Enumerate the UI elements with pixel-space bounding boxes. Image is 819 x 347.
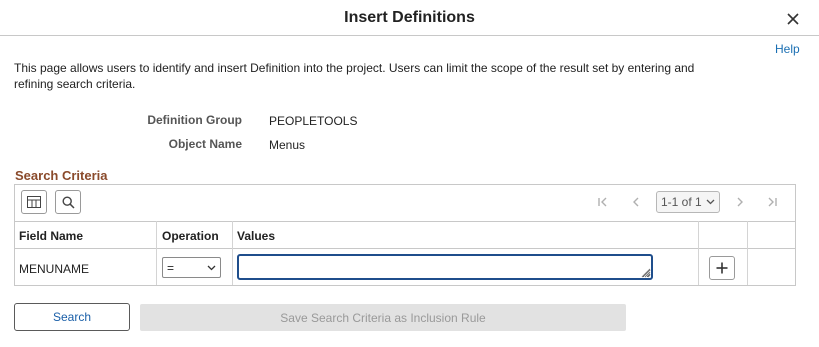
previous-page-button[interactable]: [629, 195, 643, 209]
object-name-label: Object Name: [168, 137, 242, 151]
dialog-titlebar: Insert Definitions: [0, 0, 819, 36]
search-criteria-grid: 1-1 of 1 Field Name Operation Values MEN…: [14, 184, 796, 286]
last-page-icon: [768, 197, 777, 207]
field-name-cell: MENUNAME: [19, 262, 90, 276]
close-button[interactable]: [784, 10, 802, 28]
search-icon: [61, 195, 75, 209]
search-criteria-title: Search Criteria: [15, 168, 108, 183]
operation-select-value: =: [167, 260, 175, 275]
table-row: MENUNAME =: [15, 249, 795, 285]
close-icon: [787, 13, 799, 25]
page-selector-value: 1-1 of 1: [661, 195, 702, 209]
chevron-down-icon: [207, 265, 216, 271]
previous-page-icon: [633, 197, 639, 207]
first-page-button[interactable]: [596, 195, 610, 209]
column-header-operation: Operation: [162, 229, 219, 243]
chevron-down-icon: [706, 199, 715, 205]
dialog-title: Insert Definitions: [344, 9, 475, 26]
column-header-values: Values: [237, 229, 276, 243]
definition-group-label: Definition Group: [147, 113, 242, 127]
first-page-icon: [598, 197, 607, 207]
values-input[interactable]: [237, 254, 653, 280]
object-name-value: Menus: [269, 138, 306, 152]
grid-header-row: Field Name Operation Values: [15, 221, 795, 249]
column-header-field-name: Field Name: [19, 229, 84, 243]
next-page-button[interactable]: [733, 195, 747, 209]
resize-grip-icon[interactable]: [641, 268, 651, 278]
page-description: This page allows users to identify and i…: [14, 61, 695, 91]
add-row-button[interactable]: [709, 256, 735, 280]
search-button[interactable]: Search: [14, 303, 130, 331]
help-link[interactable]: Help: [775, 42, 800, 56]
definition-group-value: PEOPLETOOLS: [269, 114, 358, 128]
last-page-button[interactable]: [765, 195, 779, 209]
page-selector[interactable]: 1-1 of 1: [656, 191, 720, 213]
save-inclusion-rule-button[interactable]: Save Search Criteria as Inclusion Rule: [140, 304, 626, 331]
next-page-icon: [737, 197, 743, 207]
grid-toolbar: 1-1 of 1: [15, 185, 795, 221]
grid-personalize-icon: [27, 196, 41, 208]
operation-select[interactable]: =: [162, 257, 221, 278]
plus-icon: [716, 262, 728, 274]
find-in-grid-button[interactable]: [55, 190, 81, 214]
personalize-grid-button[interactable]: [21, 190, 47, 214]
